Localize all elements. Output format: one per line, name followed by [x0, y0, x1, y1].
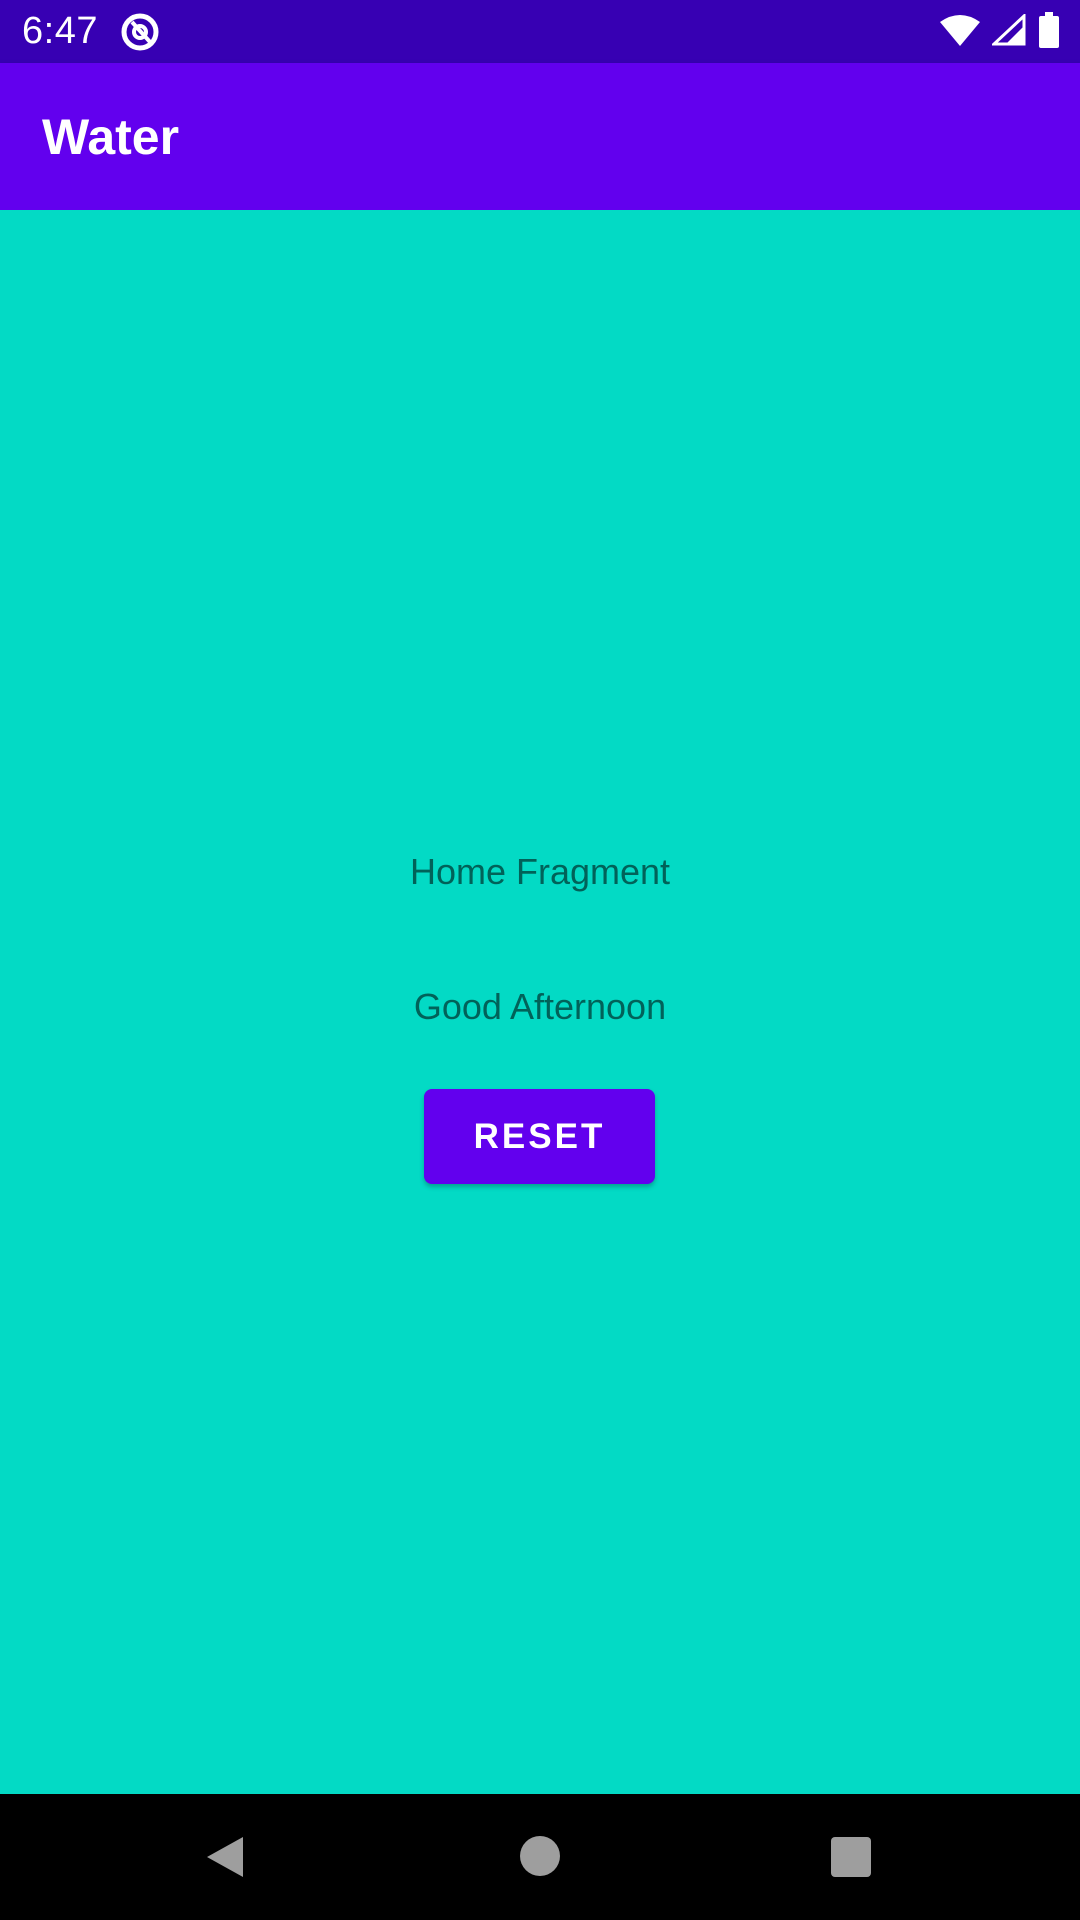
reset-button[interactable]: RESET [424, 1089, 655, 1184]
battery-icon [1038, 11, 1060, 53]
cellular-signal-icon [990, 12, 1026, 51]
status-bar: 6:47 [0, 0, 1080, 63]
home-fragment-content: Home Fragment Good Afternoon RESET [0, 210, 1080, 1794]
app-title: Water [42, 109, 180, 165]
wifi-icon [940, 14, 980, 51]
recents-icon[interactable] [831, 1837, 871, 1877]
status-icons [940, 11, 1060, 53]
app-bar: Water [0, 63, 1080, 210]
status-time: 6:47 [22, 10, 98, 52]
greeting-text: Good Afternoon [413, 986, 667, 1027]
back-icon[interactable] [203, 1835, 247, 1879]
fragment-label: Home Fragment [409, 851, 671, 892]
home-icon[interactable] [520, 1836, 560, 1876]
app-notification-icon [120, 12, 160, 52]
navigation-bar [0, 1794, 1080, 1920]
